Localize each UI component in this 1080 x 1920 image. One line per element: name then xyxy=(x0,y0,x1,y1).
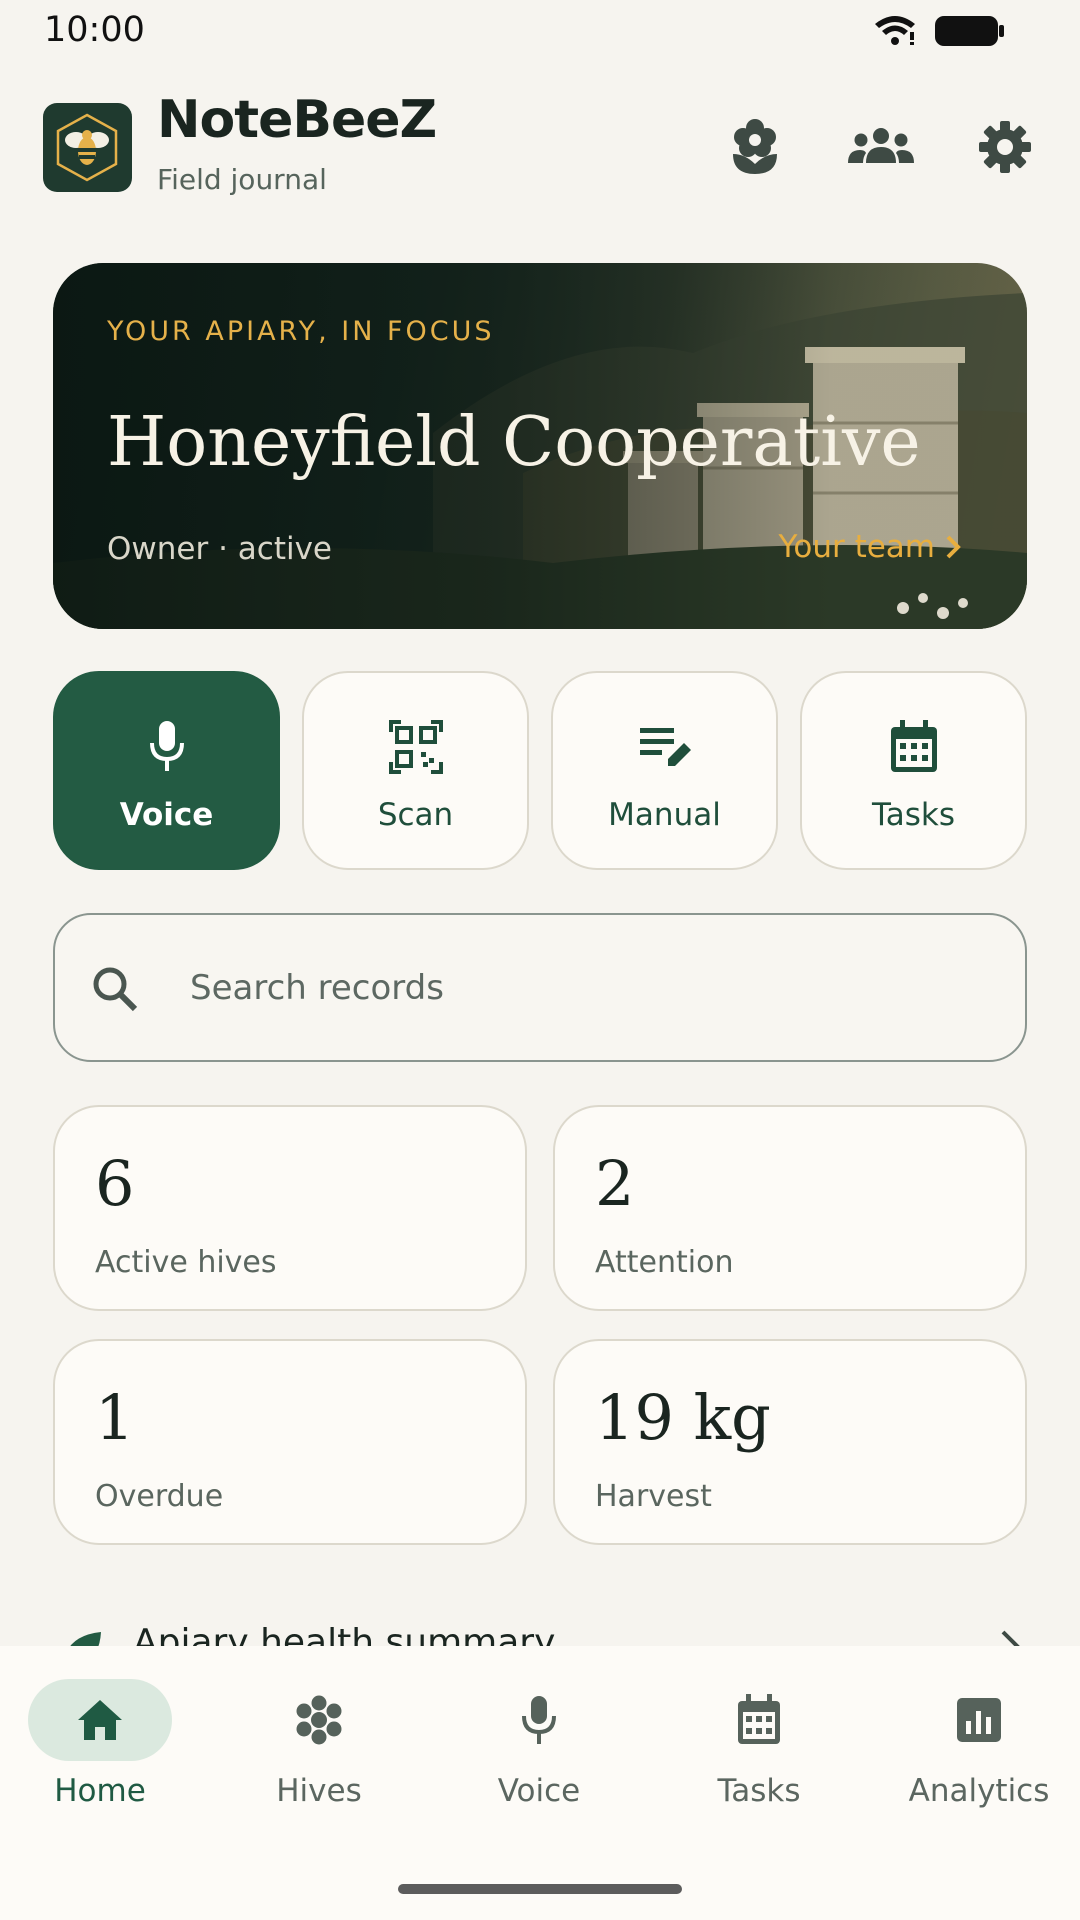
stat-value: 2 xyxy=(595,1147,635,1220)
apiary-name: Honeyfield Cooperative xyxy=(107,403,921,482)
nav-item-voice[interactable]: Voice xyxy=(439,1679,639,1819)
stat-label: Active hives xyxy=(95,1245,277,1280)
stat-label: Harvest xyxy=(595,1479,712,1514)
scan-action-label: Scan xyxy=(377,797,454,833)
flower-icon xyxy=(733,119,777,174)
search-input[interactable] xyxy=(190,955,970,1021)
apiary-role: Owner · active xyxy=(107,531,333,567)
app-title: NoteBeeZ xyxy=(157,90,437,150)
nav-label: Tasks xyxy=(717,1773,801,1809)
hive-icon xyxy=(296,1695,342,1745)
chevron-right-icon xyxy=(946,535,961,559)
stat-value: 6 xyxy=(95,1147,135,1220)
stat-card-overdue[interactable]: 1 Overdue xyxy=(53,1339,527,1545)
nav-label: Home xyxy=(54,1773,146,1809)
microphone-icon xyxy=(522,1696,556,1744)
stat-card-harvest[interactable]: 19 kg Harvest xyxy=(553,1339,1027,1545)
bee-logo-icon xyxy=(56,113,118,182)
microphone-icon xyxy=(149,721,184,771)
bottom-nav: Home Hives Voice Tasks Analytics xyxy=(0,1646,1080,1920)
stat-label: Attention xyxy=(595,1245,734,1280)
battery-icon xyxy=(935,16,1004,46)
search-bar[interactable] xyxy=(53,913,1027,1062)
home-icon xyxy=(78,1700,122,1740)
calendar-icon xyxy=(738,1694,780,1744)
edit-note-icon xyxy=(639,728,691,766)
nav-label: Analytics xyxy=(908,1773,1050,1809)
manual-action-label: Manual xyxy=(608,797,721,833)
scan-action-button[interactable]: Scan xyxy=(302,671,529,870)
settings-button[interactable] xyxy=(972,112,1038,182)
app-logo xyxy=(43,103,132,192)
settings-icon xyxy=(979,121,1031,173)
your-team-link[interactable]: Your team xyxy=(779,529,961,565)
team-button[interactable] xyxy=(846,112,916,182)
search-icon xyxy=(93,967,138,1012)
calendar-icon xyxy=(890,720,937,772)
flower-button[interactable] xyxy=(722,112,788,182)
hero-eyebrow: YOUR APIARY, IN FOCUS xyxy=(107,316,495,347)
status-time: 10:00 xyxy=(44,10,145,50)
your-team-label: Your team xyxy=(778,529,935,565)
status-bar: 10:00 xyxy=(0,0,1080,60)
nav-label: Hives xyxy=(276,1773,362,1809)
voice-action-label: Voice xyxy=(119,797,214,833)
stat-card-attention[interactable]: 2 Attention xyxy=(553,1105,1027,1311)
tasks-action-label: Tasks xyxy=(871,797,956,833)
manual-action-button[interactable]: Manual xyxy=(551,671,778,870)
nav-label: Voice xyxy=(497,1773,581,1809)
stat-value: 1 xyxy=(95,1381,135,1454)
stat-card-active-hives[interactable]: 6 Active hives xyxy=(53,1105,527,1311)
nav-item-home[interactable]: Home xyxy=(0,1679,200,1819)
nav-item-tasks[interactable]: Tasks xyxy=(659,1679,859,1819)
wifi-icon xyxy=(875,16,915,45)
apiary-hero-card[interactable]: YOUR APIARY, IN FOCUS Honeyfield Coopera… xyxy=(53,263,1027,629)
team-icon xyxy=(848,128,914,163)
app-subtitle: Field journal xyxy=(157,163,327,196)
nav-item-hives[interactable]: Hives xyxy=(219,1679,419,1819)
nav-item-analytics[interactable]: Analytics xyxy=(879,1679,1079,1819)
tasks-action-button[interactable]: Tasks xyxy=(800,671,1027,870)
home-indicator[interactable] xyxy=(398,1884,682,1894)
analytics-icon xyxy=(957,1698,1001,1742)
qr-code-icon xyxy=(388,720,443,774)
voice-action-button[interactable]: Voice xyxy=(53,671,280,870)
stat-value: 19 kg xyxy=(595,1381,771,1454)
stat-label: Overdue xyxy=(95,1479,224,1514)
